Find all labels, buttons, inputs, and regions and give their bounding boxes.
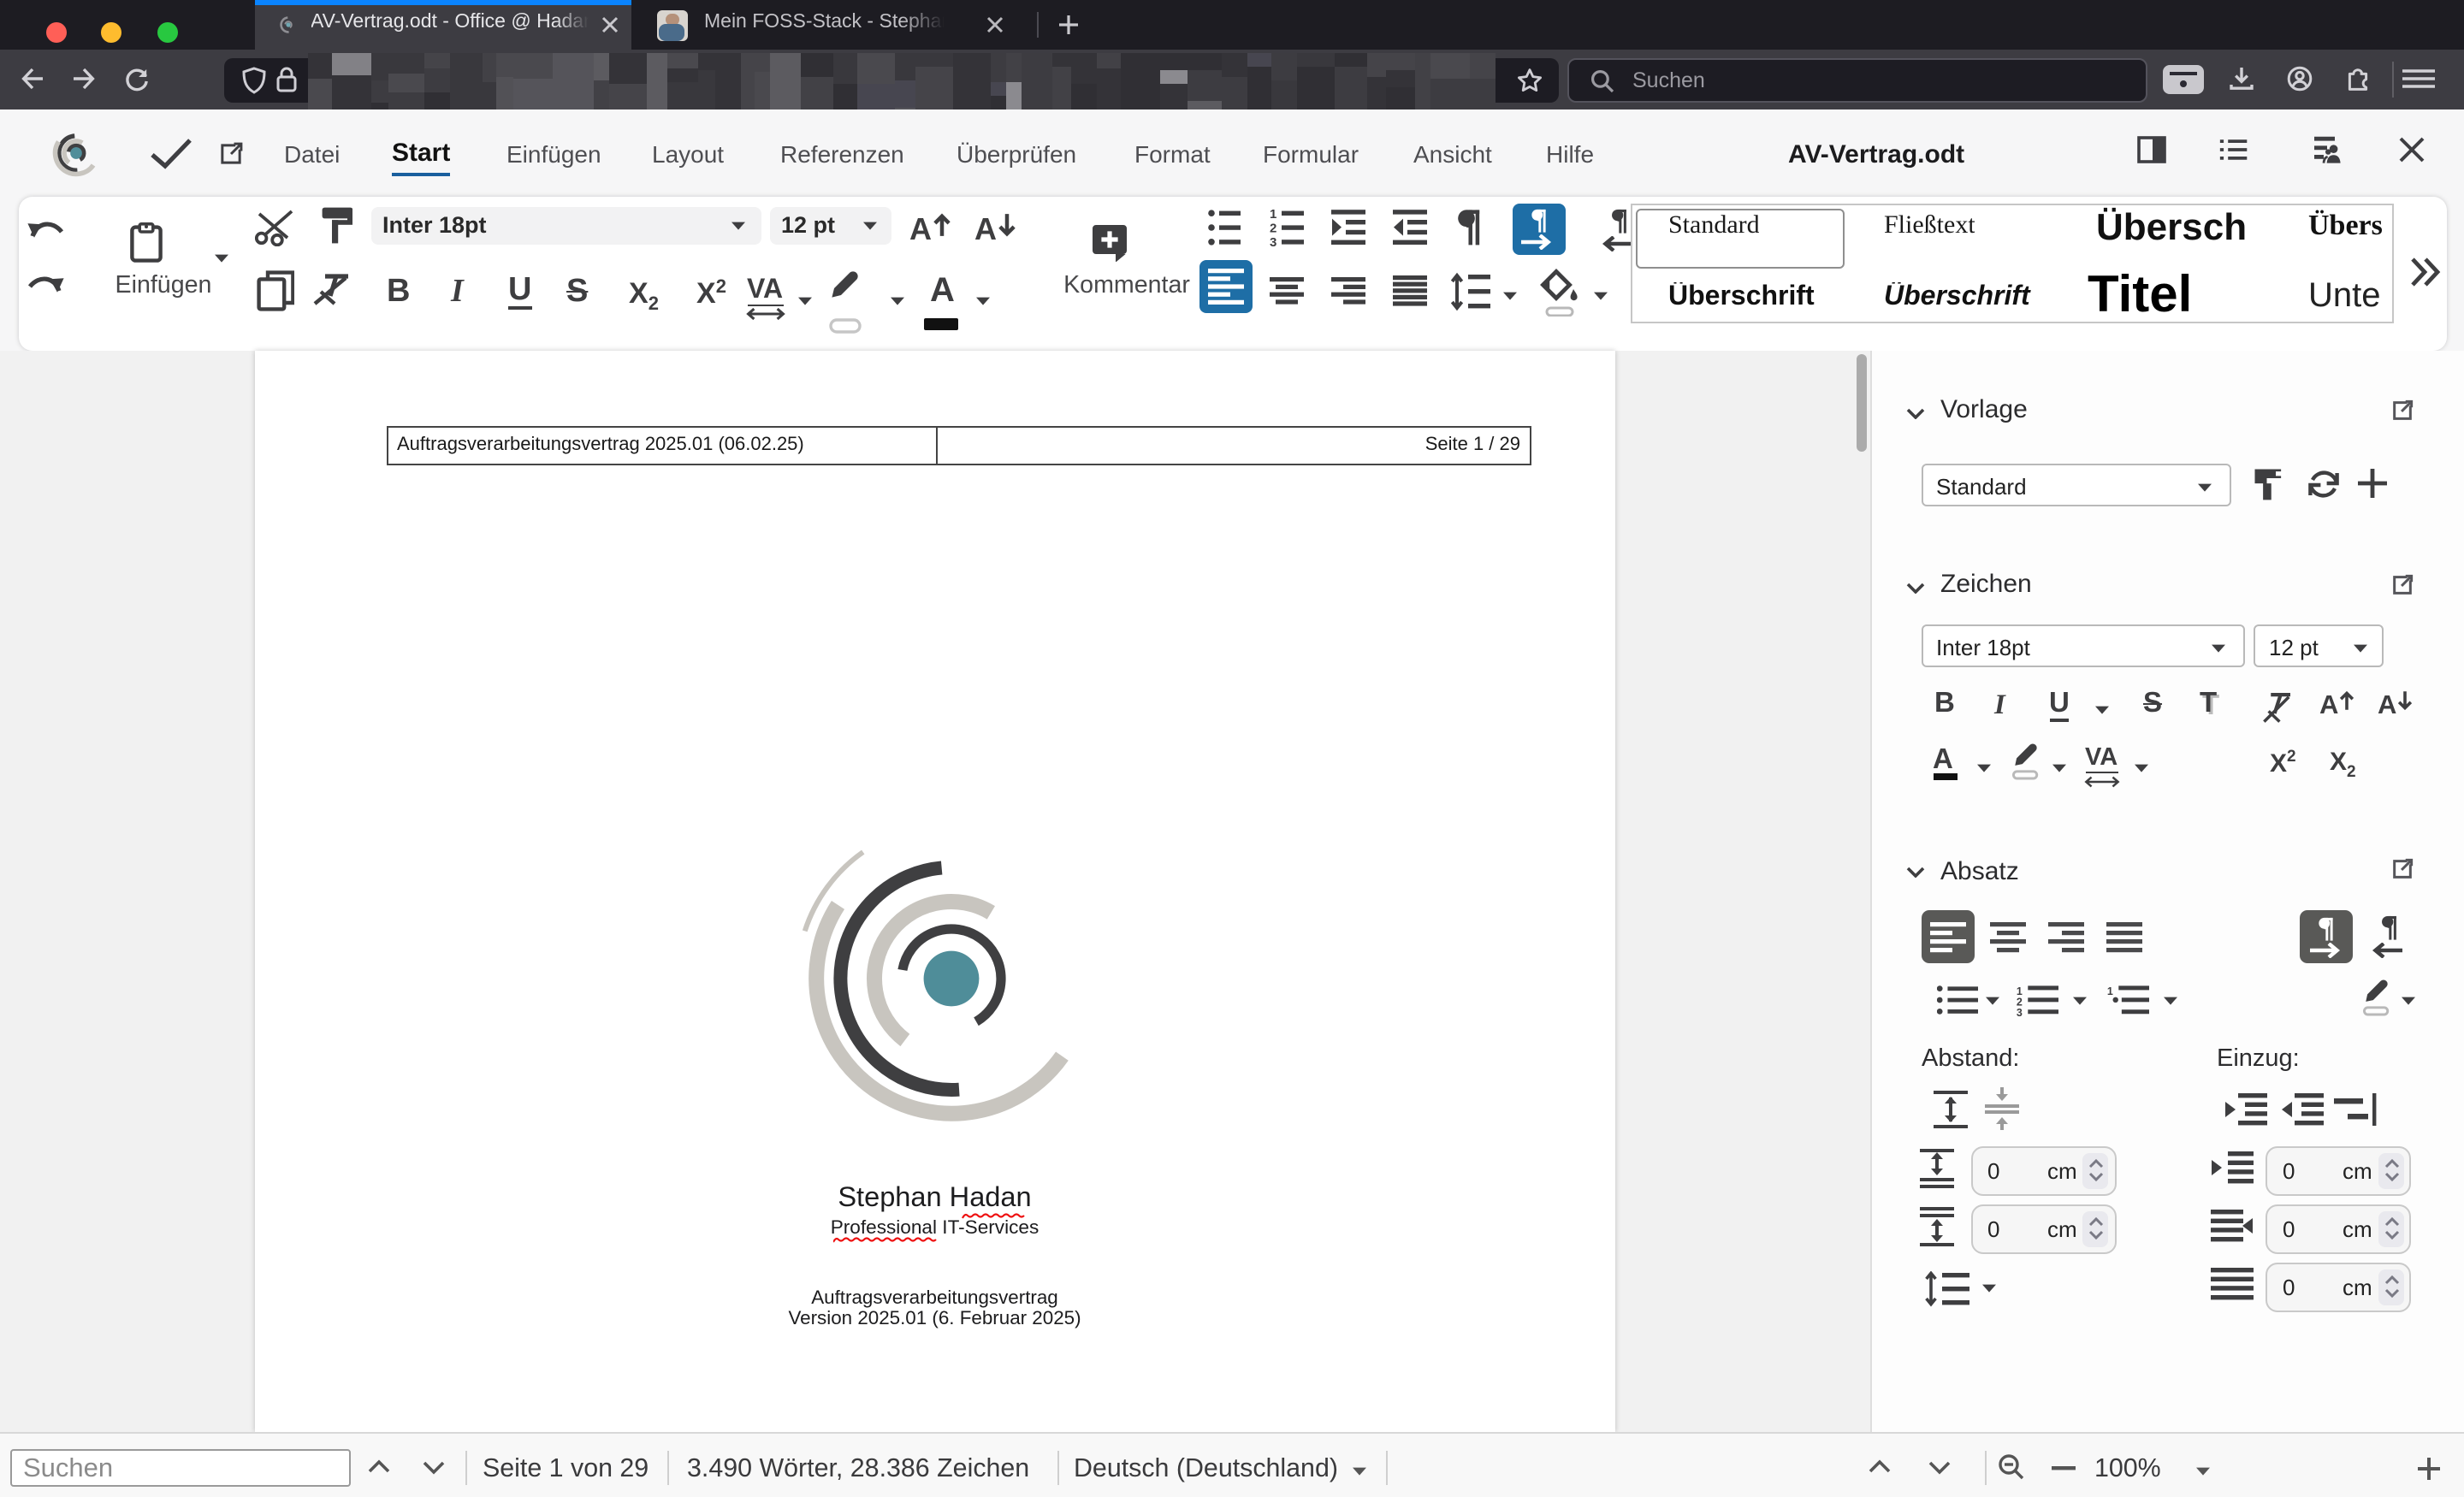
svg-text:2: 2 (1269, 221, 1276, 235)
svg-text:3: 3 (2016, 1007, 2022, 1016)
svg-text:1: 1 (2106, 985, 2112, 997)
svg-text:3: 3 (1269, 234, 1276, 246)
svg-text:1: 1 (1269, 208, 1276, 221)
